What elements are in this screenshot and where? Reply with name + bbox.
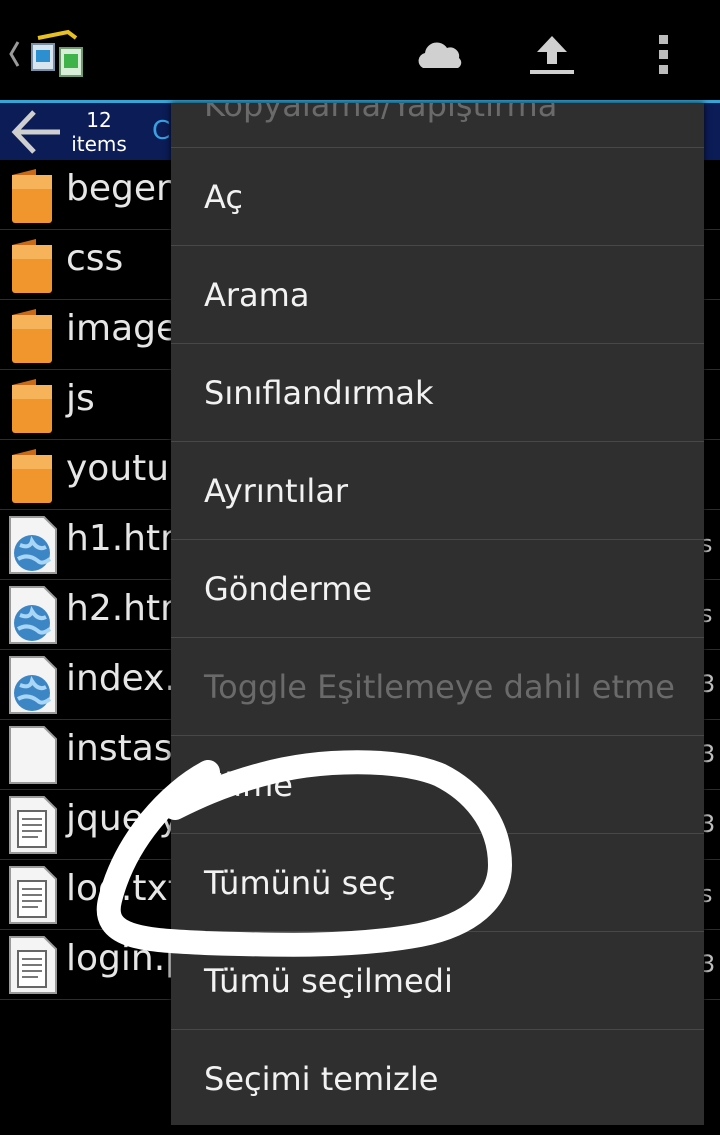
file-name: begen xyxy=(66,168,179,209)
menu-item[interactable]: Silme xyxy=(171,735,704,833)
folder-icon xyxy=(6,445,60,505)
file-name: login.p xyxy=(66,938,188,979)
menu-item-label: Aç xyxy=(204,178,243,216)
file-name: instas xyxy=(66,728,173,769)
upload-icon[interactable] xyxy=(527,30,577,78)
menu-item-label: Arama xyxy=(204,276,310,314)
menu-item[interactable]: Sınıflandırmak xyxy=(171,343,704,441)
cloud-icon[interactable] xyxy=(415,30,465,78)
up-chevron-icon[interactable] xyxy=(8,38,20,70)
folder-icon xyxy=(6,165,60,225)
folder-icon xyxy=(6,305,60,365)
menu-item-label: Seçimi temizle xyxy=(204,1060,439,1098)
action-bar xyxy=(0,0,720,100)
file-name: css xyxy=(66,238,124,279)
file-name: index. xyxy=(66,658,176,699)
menu-item[interactable]: Seçimi temizle xyxy=(171,1029,704,1125)
menu-item-label: Gönderme xyxy=(204,570,373,608)
items-count-number: 12 xyxy=(86,108,112,132)
blank-file-icon xyxy=(6,725,60,785)
menu-item-label: Ayrıntılar xyxy=(204,472,349,510)
menu-item[interactable]: Tümünü seç xyxy=(171,833,704,931)
folder-icon xyxy=(6,235,60,295)
menu-item[interactable]: Kopyalama/Yapıştırma xyxy=(171,103,704,147)
menu-item-label: Kopyalama/Yapıştırma xyxy=(204,103,558,124)
menu-item[interactable]: Aç xyxy=(171,147,704,245)
menu-item-label: Tümü seçilmedi xyxy=(204,962,453,1000)
text-file-icon xyxy=(6,935,60,995)
web-file-icon xyxy=(6,515,60,575)
menu-item-label: Sınıflandırmak xyxy=(204,374,434,412)
back-arrow-icon[interactable] xyxy=(10,108,62,156)
menu-item: Toggle Eşitlemeye dahil etme xyxy=(171,637,704,735)
menu-item[interactable]: Arama xyxy=(171,245,704,343)
web-file-icon xyxy=(6,585,60,645)
text-file-icon xyxy=(6,865,60,925)
file-name: js xyxy=(66,378,95,419)
menu-item-label: Toggle Eşitlemeye dahil etme xyxy=(204,668,675,706)
menu-item[interactable]: Ayrıntılar xyxy=(171,441,704,539)
menu-item-label: Silme xyxy=(204,766,293,804)
file-name: log.txt xyxy=(66,868,182,909)
file-name: image xyxy=(66,308,179,349)
menu-item[interactable]: Tümü seçilmedi xyxy=(171,931,704,1029)
web-file-icon xyxy=(6,655,60,715)
file-name: jquery xyxy=(66,798,180,839)
text-file-icon xyxy=(6,795,60,855)
items-count-label: items xyxy=(71,132,127,156)
overflow-menu-icon[interactable] xyxy=(650,30,676,78)
overflow-menu: Kopyalama/Yapıştırma Aç Arama Sınıflandırma… xyxy=(171,103,704,1125)
menu-item[interactable]: Gönderme xyxy=(171,539,704,637)
current-path[interactable]: C xyxy=(152,116,170,146)
menu-item-label: Tümünü seç xyxy=(204,864,396,902)
items-count: 12 items xyxy=(68,108,130,156)
app-logo-icon[interactable] xyxy=(28,28,88,84)
folder-icon xyxy=(6,375,60,435)
